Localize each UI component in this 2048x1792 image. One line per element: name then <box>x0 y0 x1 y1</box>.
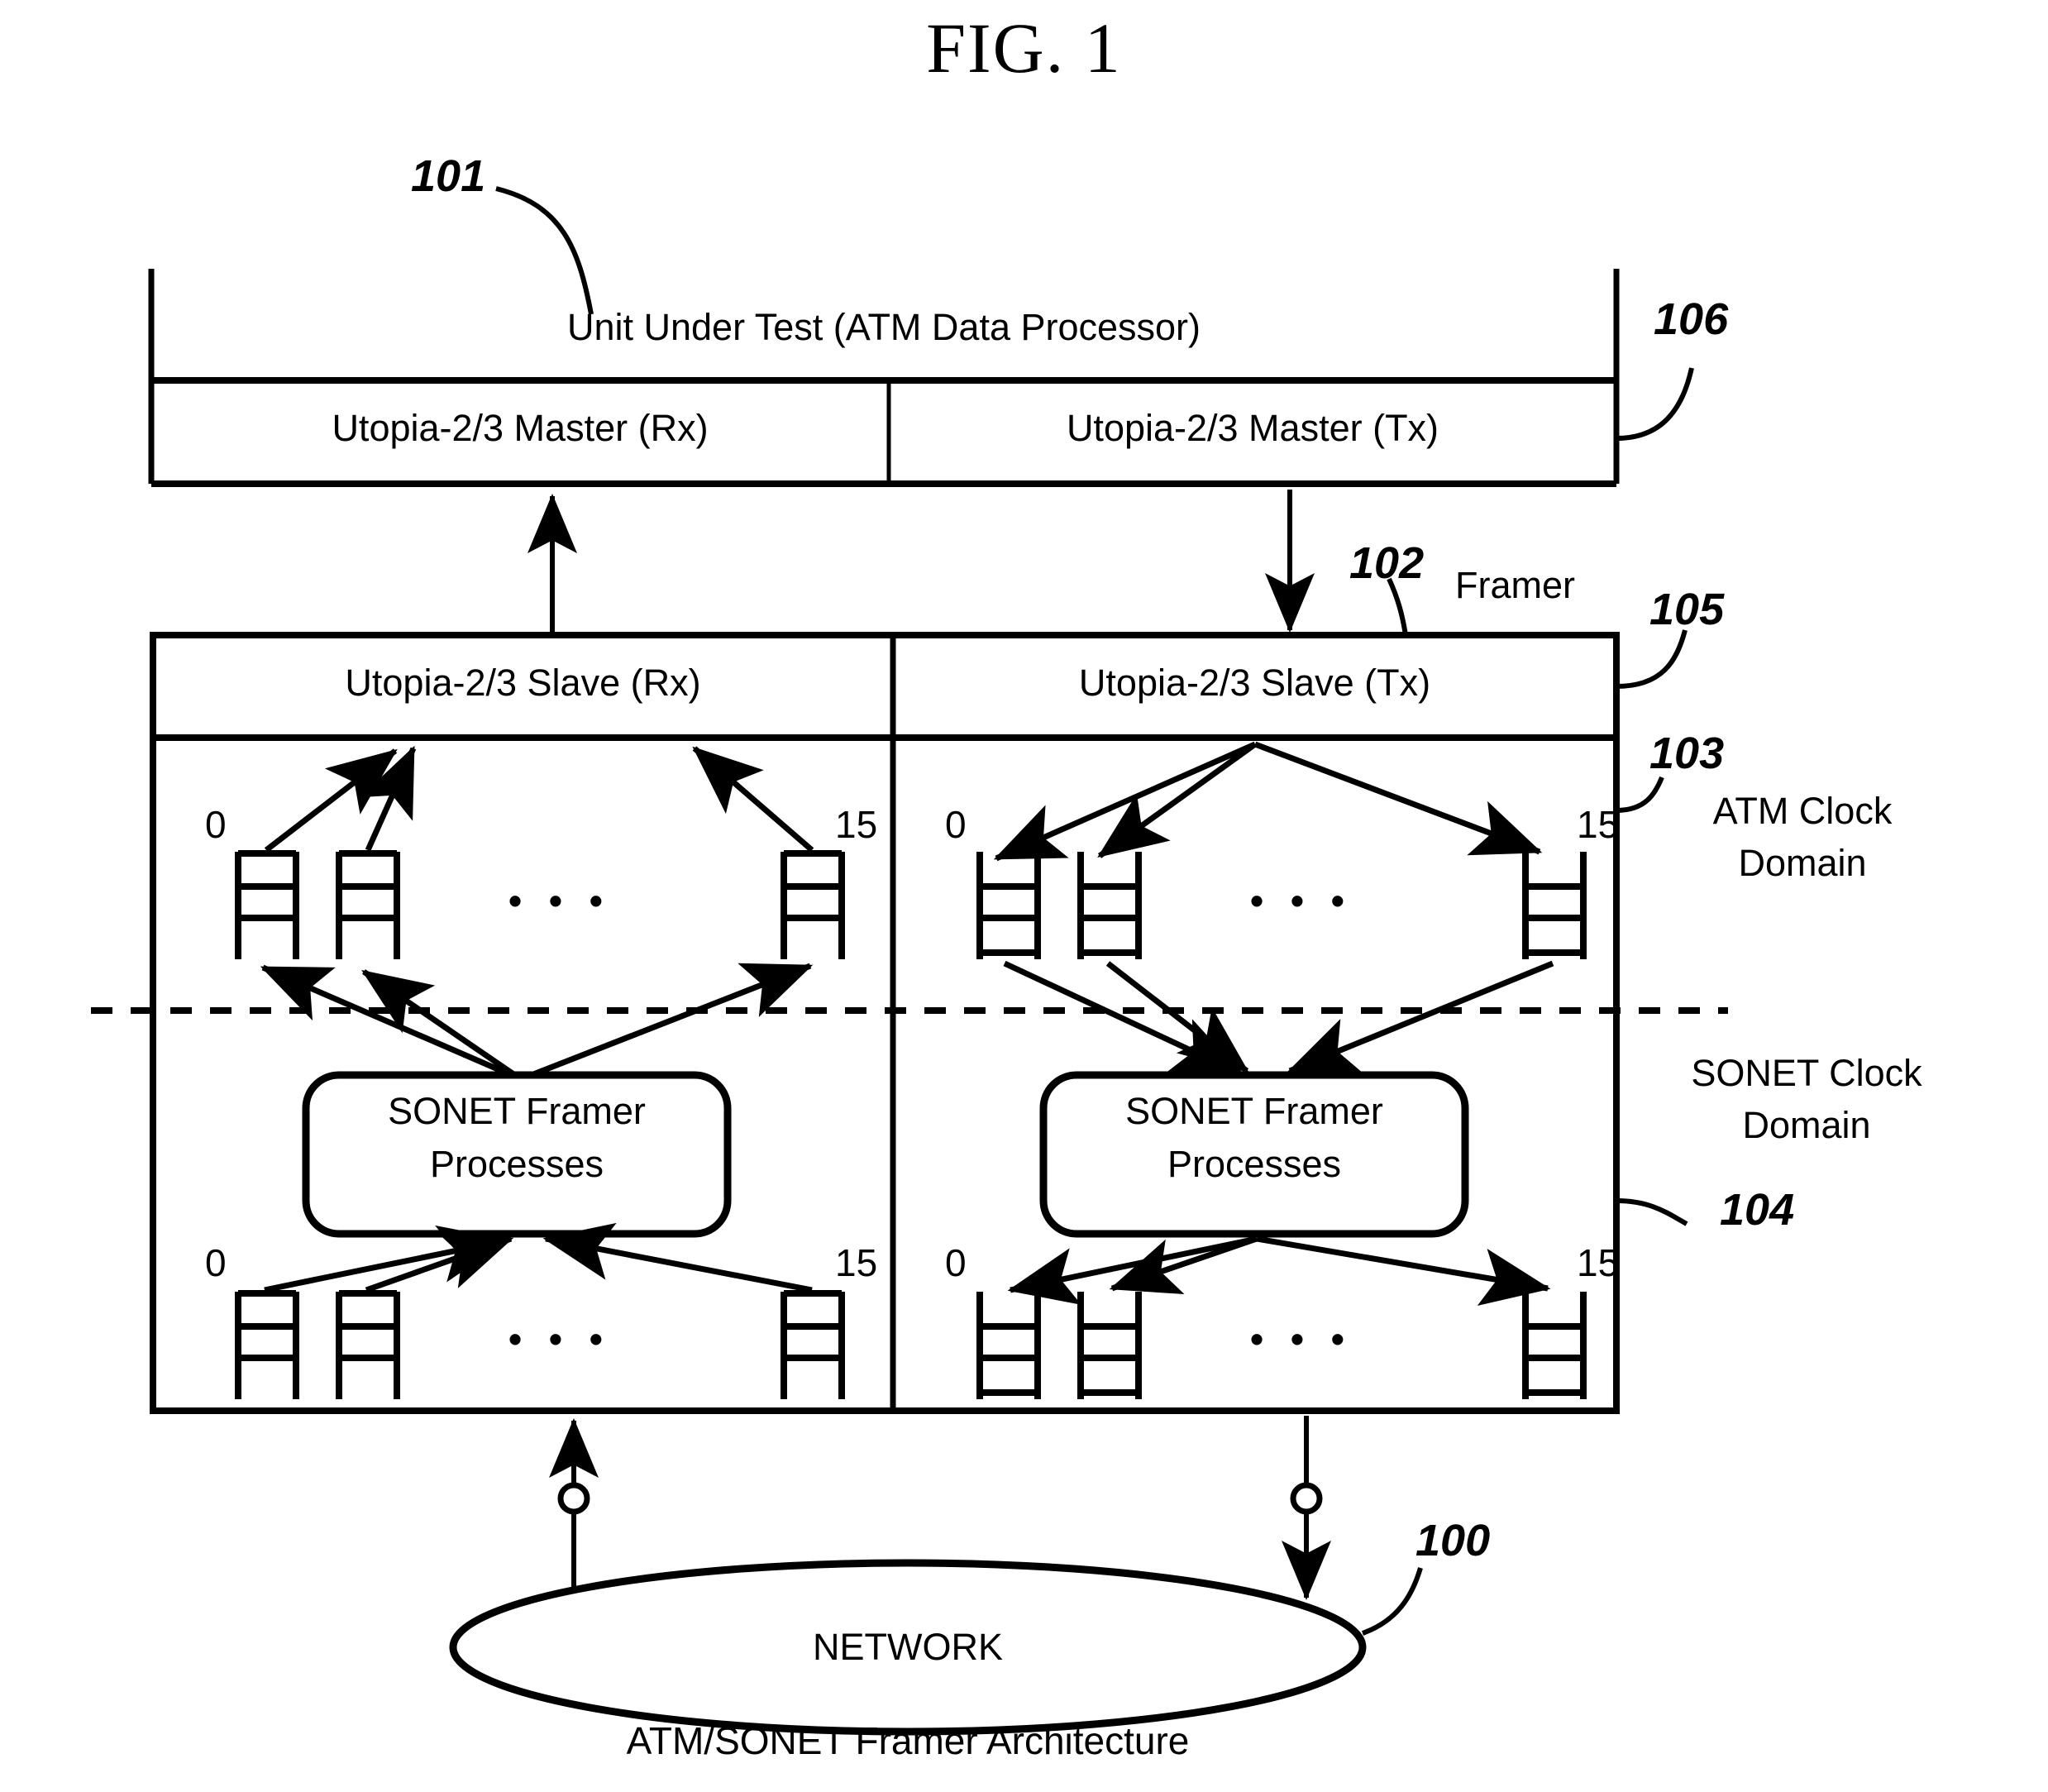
reference-numeral-102: 102 <box>1349 538 1425 588</box>
figure-caption: ATM/SONET Framer Architecture <box>626 1719 1190 1762</box>
utopia-slave-tx-label: Utopia-2/3 Slave (Tx) <box>1078 662 1431 704</box>
atm-clock-domain-label-line2: Domain <box>1738 842 1867 884</box>
reference-numeral-106: 106 <box>1654 294 1729 344</box>
fifo-tx-atm-0 <box>976 852 1041 959</box>
fifo-index-tx-atm-first: 0 <box>945 803 967 846</box>
fifo-rx-atm-15 <box>781 850 845 959</box>
arrow-rx-fifo15-to-proc <box>542 1222 813 1293</box>
fifo-index-rx-atm-first: 0 <box>205 803 227 846</box>
fifo-rx-sonet-1 <box>336 1290 400 1399</box>
arrow-tx-fifo0-to-proc <box>1003 960 1244 1077</box>
reference-numeral-104: 104 <box>1720 1185 1795 1235</box>
fifo-tx-atm-15 <box>1522 852 1587 959</box>
rx-sonet-framer-processes-line2: Processes <box>429 1143 604 1185</box>
figure-canvas: FIG. 1 101 106 102 105 103 104 100 Unit … <box>0 0 2048 1792</box>
fifo-index-tx-sonet-last: 15 <box>1577 1241 1620 1284</box>
utopia-master-tx-label: Utopia-2/3 Master (Tx) <box>1066 407 1439 449</box>
reference-numeral-100: 100 <box>1415 1516 1491 1565</box>
fifo-rx-atm-0 <box>235 850 299 959</box>
leader-104 <box>1616 1198 1688 1226</box>
utopia-master-rx-label: Utopia-2/3 Master (Rx) <box>332 407 709 449</box>
utopia-slave-rx-label: Utopia-2/3 Slave (Rx) <box>345 662 701 704</box>
rx-sonet-framer-processes-line1: SONET Framer <box>388 1090 646 1132</box>
figure-title: FIG. 1 <box>926 8 1122 88</box>
diagram-vector-layer <box>91 186 1728 1736</box>
link-framer-tx-to-network <box>1282 1416 1331 1600</box>
arrow-tx-fifo1-to-proc <box>1105 961 1249 1073</box>
fifo-ellipsis-tx-sonet: • • • <box>1250 1317 1353 1360</box>
tx-sonet-framer-processes-line1: SONET Framer <box>1125 1090 1383 1132</box>
reference-numeral-105: 105 <box>1649 585 1725 634</box>
tx-sonet-framer-processes-line2: Processes <box>1167 1143 1342 1185</box>
arrow-tx-proc-to-fifo15 <box>1256 1235 1551 1306</box>
arrow-tx-fifo15-to-proc <box>1287 960 1554 1074</box>
arrow-rx-proc-to-fifo0 <box>260 964 523 1082</box>
arrow-tx-slave-to-fifo15 <box>1253 741 1543 856</box>
unit-under-test-title: Unit Under Test (ATM Data Processor) <box>566 306 1201 348</box>
fifo-ellipsis-tx-atm: • • • <box>1250 879 1353 922</box>
framer-label: Framer <box>1455 564 1575 606</box>
fifo-index-rx-atm-last: 15 <box>835 803 878 846</box>
fifo-index-rx-sonet-first: 0 <box>205 1241 227 1284</box>
arrow-rx-proc-to-fifo1 <box>361 969 523 1082</box>
fifo-rx-sonet-0 <box>235 1290 299 1399</box>
leader-101 <box>495 186 594 315</box>
reference-numeral-101: 101 <box>411 151 486 201</box>
atm-clock-domain-label-line1: ATM Clock <box>1712 790 1893 832</box>
arrow-rx-proc-to-fifo15 <box>519 963 814 1082</box>
fifo-tx-sonet-0 <box>976 1292 1041 1399</box>
fifo-index-tx-atm-last: 15 <box>1577 803 1620 846</box>
reference-numeral-103: 103 <box>1649 729 1725 778</box>
fifo-index-rx-sonet-last: 15 <box>835 1241 878 1284</box>
sonet-clock-domain-label-line1: SONET Clock <box>1691 1052 1922 1094</box>
network-label: NETWORK <box>813 1626 1003 1668</box>
link-network-to-framer-rx <box>549 1418 599 1596</box>
fifo-index-tx-sonet-first: 0 <box>945 1241 967 1284</box>
arrow-tx-slave-to-fifo0 <box>993 741 1257 862</box>
leader-100 <box>1361 1567 1423 1636</box>
fifo-tx-sonet-15 <box>1522 1292 1587 1399</box>
fifo-tx-atm-1 <box>1077 852 1142 959</box>
unit-under-test-box <box>148 269 1620 487</box>
fifo-ellipsis-rx-atm: • • • <box>508 879 611 922</box>
arrow-rx-fifo15-to-slave <box>692 746 814 853</box>
sonet-clock-domain-label-line2: Domain <box>1742 1104 1871 1146</box>
leader-105 <box>1616 629 1688 689</box>
fifo-rx-atm-1 <box>336 850 400 959</box>
leader-106 <box>1616 367 1694 441</box>
fifo-tx-sonet-1 <box>1077 1292 1142 1399</box>
fifo-ellipsis-rx-sonet: • • • <box>508 1317 611 1360</box>
fifo-rx-sonet-15 <box>781 1290 845 1399</box>
